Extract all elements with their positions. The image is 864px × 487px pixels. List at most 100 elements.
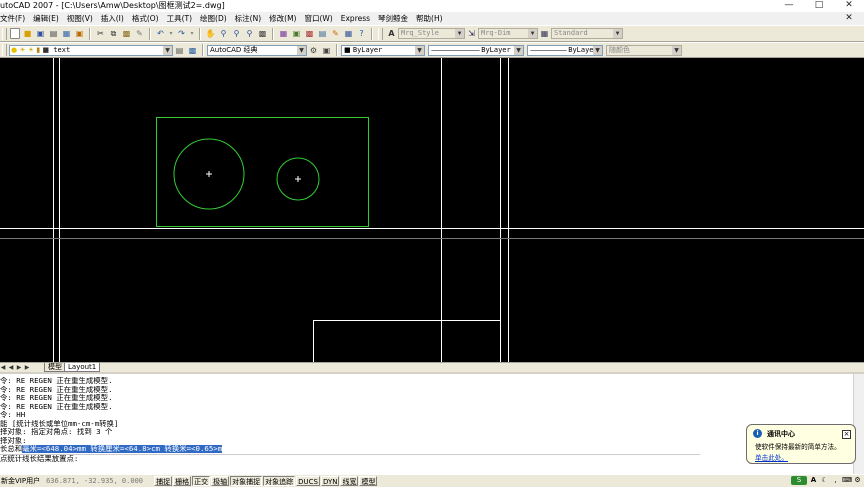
osnap-toggle[interactable]: 对象捕捉: [230, 475, 263, 486]
snap-toggle[interactable]: 捕捉: [154, 475, 173, 486]
moon-icon[interactable]: ☾: [820, 476, 829, 485]
tab-next-icon[interactable]: ▶: [16, 364, 22, 372]
menu-dimension[interactable]: 标注(N): [231, 12, 265, 25]
ducs-toggle[interactable]: DUCS: [296, 475, 320, 486]
layer-prev-icon[interactable]: ▩: [187, 45, 198, 56]
layout-tabs-bar: ◀ ◀ ▶ ▶ 模型 Layout1: [0, 362, 864, 372]
undo-icon[interactable]: ↶: [155, 28, 166, 39]
cut-icon[interactable]: ✂: [95, 28, 106, 39]
layer-combo[interactable]: ● ☀ ☀ ▮ ■ text ▼: [9, 44, 173, 56]
doc-close-button[interactable]: ✕: [834, 12, 864, 25]
preview-icon[interactable]: ▦: [61, 28, 72, 39]
color-combo[interactable]: ■ ByLayer ▼: [341, 44, 425, 56]
table-style-icon[interactable]: ▦: [539, 28, 550, 39]
color-swatch-icon: ■: [42, 45, 50, 54]
punctuation-icon[interactable]: ,: [831, 476, 840, 485]
sheetset-icon[interactable]: ▤: [317, 28, 328, 39]
menu-help[interactable]: 帮助(H): [412, 12, 447, 25]
designcenter-icon[interactable]: ▣: [291, 28, 302, 39]
menu-tools[interactable]: 工具(T): [163, 12, 196, 25]
tab-last-icon[interactable]: ▶: [24, 364, 30, 372]
menu-express[interactable]: Express: [337, 12, 374, 25]
toolpalette-icon[interactable]: ▩: [304, 28, 315, 39]
table-style-combo[interactable]: Standard ▼: [551, 28, 623, 39]
maximize-button[interactable]: □: [804, 0, 834, 12]
redo-icon[interactable]: ↷: [176, 28, 187, 39]
horizontal-scrollbar[interactable]: [100, 364, 864, 372]
drawing-canvas[interactable]: [0, 58, 864, 362]
new-icon[interactable]: [10, 28, 20, 39]
font-a-icon[interactable]: A: [809, 476, 818, 485]
linetype-combo[interactable]: ———————— ByLayer ▼: [428, 44, 524, 56]
menu-view[interactable]: 视图(V): [63, 12, 97, 25]
dim-style-icon[interactable]: ⇲: [466, 28, 477, 39]
match-icon[interactable]: ✎: [134, 28, 145, 39]
command-window[interactable]: 令: RE REGEN 正在重生成模型. 令: RE REGEN 正在重生成模型…: [0, 372, 864, 474]
close-button[interactable]: ✕: [834, 0, 864, 12]
redo-dropdown-icon[interactable]: ▾: [189, 28, 195, 39]
minimize-button[interactable]: —: [774, 0, 804, 12]
zoom-extents-icon[interactable]: ▩: [257, 28, 268, 39]
notification-link[interactable]: 单击此处。: [755, 452, 788, 462]
help-icon[interactable]: ?: [356, 28, 367, 39]
properties-icon[interactable]: ▦: [278, 28, 289, 39]
otrack-toggle[interactable]: 对象追踪: [263, 475, 296, 486]
save-icon[interactable]: ▣: [35, 28, 46, 39]
settings-icon[interactable]: ⚙: [853, 476, 862, 485]
dim-style-combo[interactable]: Mrq-Dim ▼: [478, 28, 538, 39]
menu-file[interactable]: 文件(F): [0, 12, 29, 25]
workspace-value: AutoCAD 经典: [210, 45, 258, 54]
keyboard-icon[interactable]: ⌨: [842, 476, 852, 485]
open-icon[interactable]: ■: [22, 28, 33, 39]
zoom-previous-icon[interactable]: ⚲: [244, 28, 255, 39]
model-space-svg[interactable]: [0, 58, 864, 362]
calculator-icon[interactable]: ▦: [343, 28, 354, 39]
tab-prev-icon[interactable]: ◀: [8, 364, 14, 372]
text-style-icon[interactable]: A: [386, 28, 397, 39]
lineweight-toggle[interactable]: 线宽: [340, 475, 359, 486]
lineweight-combo[interactable]: —————— ByLayer ▼: [527, 44, 603, 56]
copy-icon[interactable]: ⧉: [108, 28, 119, 39]
zoom-window-icon[interactable]: ⚲: [231, 28, 242, 39]
menu-window[interactable]: 窗口(W): [300, 12, 336, 25]
tab-first-icon[interactable]: ◀: [0, 364, 6, 372]
polar-toggle[interactable]: 极轴: [211, 475, 230, 486]
menu-modify[interactable]: 修改(M): [265, 12, 300, 25]
plotstyle-combo[interactable]: 随颜色 ▼: [606, 44, 682, 56]
publish-icon[interactable]: ▣: [74, 28, 85, 39]
workspace-settings-icon[interactable]: ⚙: [308, 45, 319, 56]
command-line: 能 [统计线长或单位mm-cm-m转换]: [0, 419, 119, 428]
workspace-combo[interactable]: AutoCAD 经典 ▼: [207, 44, 307, 56]
tab-model[interactable]: 模型: [44, 363, 66, 372]
notification-close-button[interactable]: ×: [842, 430, 851, 439]
workspace-save-icon[interactable]: ▣: [321, 45, 332, 56]
menu-draw[interactable]: 绘图(D): [196, 12, 231, 25]
toolbar-grip[interactable]: [2, 44, 7, 56]
menu-plugin[interactable]: 琴剑鲸金: [374, 12, 412, 25]
input-method-icon[interactable]: S: [791, 476, 807, 485]
undo-dropdown-icon[interactable]: ▾: [168, 28, 174, 39]
markup-icon[interactable]: ✎: [330, 28, 341, 39]
status-bar: 新金VIP用户 636.871, -32.935, 0.000 捕捉 栅格 正交…: [0, 474, 864, 486]
command-prompt[interactable]: 点统计线长结果放置点:: [0, 453, 700, 464]
menu-edit[interactable]: 编辑(E): [29, 12, 63, 25]
text-style-combo[interactable]: Mrq_Style ▼: [398, 28, 465, 39]
toolbar-grip[interactable]: [2, 27, 7, 40]
grid-toggle[interactable]: 栅格: [173, 475, 192, 486]
model-toggle[interactable]: 模型: [359, 475, 378, 486]
chevron-down-icon: ▼: [514, 45, 523, 55]
menu-format[interactable]: 格式(O): [128, 12, 163, 25]
tab-layout1[interactable]: Layout1: [64, 363, 101, 372]
print-icon[interactable]: ▤: [48, 28, 59, 39]
coordinate-readout[interactable]: 636.871, -32.935, 0.000: [46, 476, 150, 486]
zoom-realtime-icon[interactable]: ⚲: [218, 28, 229, 39]
toolbar-grip[interactable]: [378, 27, 383, 40]
dyn-toggle[interactable]: DYN: [320, 475, 340, 486]
paste-icon[interactable]: ▩: [121, 28, 132, 39]
menu-insert[interactable]: 插入(I): [97, 12, 128, 25]
ortho-toggle[interactable]: 正交: [192, 475, 211, 486]
result-prefix: 长总和: [0, 445, 23, 453]
layer-manager-icon[interactable]: ▤: [174, 45, 185, 56]
lightbulb-icon: ●: [11, 45, 18, 54]
pan-icon[interactable]: ✋: [205, 28, 216, 39]
